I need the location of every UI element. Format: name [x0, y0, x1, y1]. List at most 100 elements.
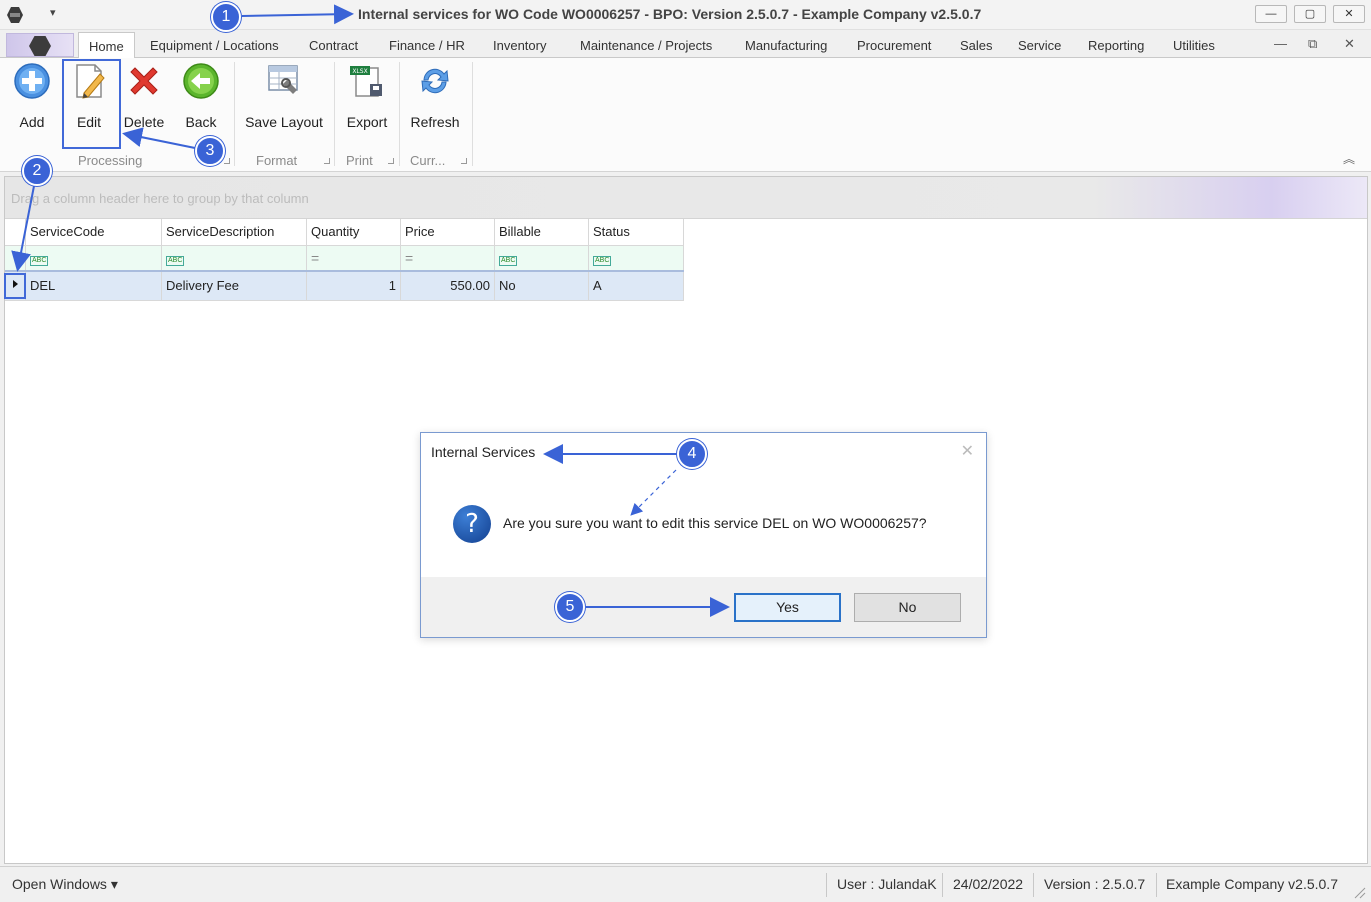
text-filter-icon: ABC — [593, 255, 612, 266]
window-title: Internal services for WO Code WO0006257 … — [358, 6, 982, 22]
row-indicator-header — [5, 219, 26, 246]
row-indicator-highlight — [4, 273, 26, 299]
status-user: User : JulandaK — [837, 876, 937, 892]
tab-service[interactable]: Service — [1018, 38, 1061, 53]
resize-grip-icon[interactable] — [1352, 885, 1366, 899]
ribbon-group-current: Curr... — [410, 153, 446, 168]
cell-price[interactable]: 550.00 — [400, 270, 495, 301]
export-badge-text: XLSX — [352, 68, 367, 75]
dialog-message: Are you sure you want to edit this servi… — [503, 515, 927, 531]
tab-finance-hr[interactable]: Finance / HR — [389, 38, 465, 53]
column-header-price[interactable]: Price — [400, 219, 495, 246]
edit-button-highlight — [62, 59, 121, 149]
services-grid: ServiceCode ServiceDescription Quantity … — [5, 219, 684, 301]
column-header-servicedescription[interactable]: ServiceDescription — [161, 219, 307, 246]
column-header-status[interactable]: Status — [588, 219, 684, 246]
ribbon-collapse-icon[interactable]: ︽ — [1343, 150, 1355, 167]
dialog-close-icon[interactable]: ✕ — [961, 441, 974, 461]
current-group-launcher-icon[interactable] — [461, 158, 467, 164]
group-by-panel[interactable]: Drag a column header here to group by th… — [5, 177, 1367, 219]
no-button[interactable]: No — [854, 593, 961, 622]
equals-filter-icon: = — [405, 249, 414, 266]
processing-group-launcher-icon[interactable] — [224, 158, 230, 164]
maximize-button[interactable]: ▢ — [1294, 5, 1326, 23]
column-header-quantity[interactable]: Quantity — [306, 219, 401, 246]
tab-reporting[interactable]: Reporting — [1088, 38, 1144, 53]
filter-billable[interactable]: ABC — [494, 245, 589, 272]
export-button[interactable]: XLSX Export — [344, 62, 390, 140]
title-bar: ▾ Internal services for WO Code WO000625… — [0, 0, 1371, 30]
mdi-minimize-button[interactable]: — — [1274, 36, 1287, 51]
cell-quantity[interactable]: 1 — [306, 270, 401, 301]
filter-status[interactable]: ABC — [588, 245, 684, 272]
add-button[interactable]: Add — [12, 62, 52, 140]
delete-button[interactable]: Delete — [122, 62, 166, 140]
save-layout-button[interactable]: Save Layout — [244, 62, 324, 140]
refresh-button[interactable]: Refresh — [408, 62, 462, 140]
ribbon-group-divider — [334, 62, 335, 166]
annotation-badge-2: 2 — [22, 156, 52, 186]
text-filter-icon: ABC — [30, 255, 49, 266]
ribbon-group-divider — [472, 62, 473, 166]
tab-inventory[interactable]: Inventory — [493, 38, 546, 53]
app-logo-icon[interactable] — [6, 6, 24, 24]
group-by-hint: Drag a column header here to group by th… — [11, 191, 309, 206]
cell-servicecode[interactable]: DEL — [25, 270, 162, 301]
tab-equipment-locations[interactable]: Equipment / Locations — [150, 38, 279, 53]
back-button[interactable]: Back — [181, 62, 221, 140]
column-header-servicecode[interactable]: ServiceCode — [25, 219, 162, 246]
status-version: Version : 2.5.0.7 — [1044, 876, 1146, 892]
filter-servicecode[interactable]: ABC — [25, 245, 162, 272]
cell-billable[interactable]: No — [494, 270, 589, 301]
status-divider — [1156, 873, 1157, 897]
delete-icon — [130, 67, 158, 95]
refresh-icon — [421, 68, 449, 94]
grid-header-row: ServiceCode ServiceDescription Quantity … — [5, 219, 684, 246]
export-xlsx-icon: XLSX — [350, 66, 382, 97]
print-group-launcher-icon[interactable] — [388, 158, 394, 164]
quick-access-dropdown-icon[interactable]: ▾ — [50, 6, 56, 19]
tab-home[interactable]: Home — [78, 32, 135, 59]
cell-servicedescription[interactable]: Delivery Fee — [161, 270, 307, 301]
status-divider — [942, 873, 943, 897]
ribbon-group-divider — [234, 62, 235, 166]
refresh-button-label: Refresh — [410, 114, 460, 130]
tab-utilities[interactable]: Utilities — [1173, 38, 1215, 53]
mdi-close-button[interactable]: ✕ — [1344, 36, 1355, 52]
ribbon-group-divider — [399, 62, 400, 166]
filter-price[interactable]: = — [400, 245, 495, 272]
tab-maintenance-projects[interactable]: Maintenance / Projects — [580, 38, 712, 53]
tab-procurement[interactable]: Procurement — [857, 38, 931, 53]
back-button-label: Back — [185, 114, 217, 130]
cell-status[interactable]: A — [588, 270, 684, 301]
status-divider — [1033, 873, 1034, 897]
ribbon-group-format: Format — [256, 153, 298, 168]
text-filter-icon: ABC — [499, 255, 518, 266]
text-filter-icon: ABC — [166, 255, 185, 266]
delete-button-label: Delete — [123, 114, 165, 130]
tab-sales[interactable]: Sales — [960, 38, 993, 53]
save-layout-button-label: Save Layout — [245, 114, 323, 130]
table-row[interactable]: DEL Delivery Fee 1 550.00 No A — [5, 270, 684, 301]
ribbon-group-print: Print — [346, 153, 373, 168]
format-group-launcher-icon[interactable] — [324, 158, 330, 164]
yes-button[interactable]: Yes — [734, 593, 841, 622]
application-menu-button[interactable] — [6, 33, 74, 57]
close-button[interactable]: ✕ — [1333, 5, 1365, 23]
column-header-billable[interactable]: Billable — [494, 219, 589, 246]
save-layout-icon — [268, 65, 298, 94]
export-button-label: Export — [346, 114, 388, 130]
filter-quantity[interactable]: = — [306, 245, 401, 272]
open-windows-dropdown[interactable]: Open Windows ▾ — [12, 876, 118, 893]
status-date: 24/02/2022 — [953, 876, 1024, 892]
filter-servicedescription[interactable]: ABC — [161, 245, 307, 272]
mdi-restore-button[interactable]: ⧉ — [1308, 36, 1317, 52]
annotation-badge-5: 5 — [555, 592, 585, 622]
dialog-button-bar: Yes No — [421, 577, 986, 637]
dialog-title: Internal Services — [431, 444, 536, 460]
annotation-badge-4: 4 — [677, 439, 707, 469]
minimize-button[interactable]: — — [1255, 5, 1287, 23]
tab-contract[interactable]: Contract — [309, 38, 358, 53]
tab-manufacturing[interactable]: Manufacturing — [745, 38, 827, 53]
equals-filter-icon: = — [311, 249, 320, 266]
